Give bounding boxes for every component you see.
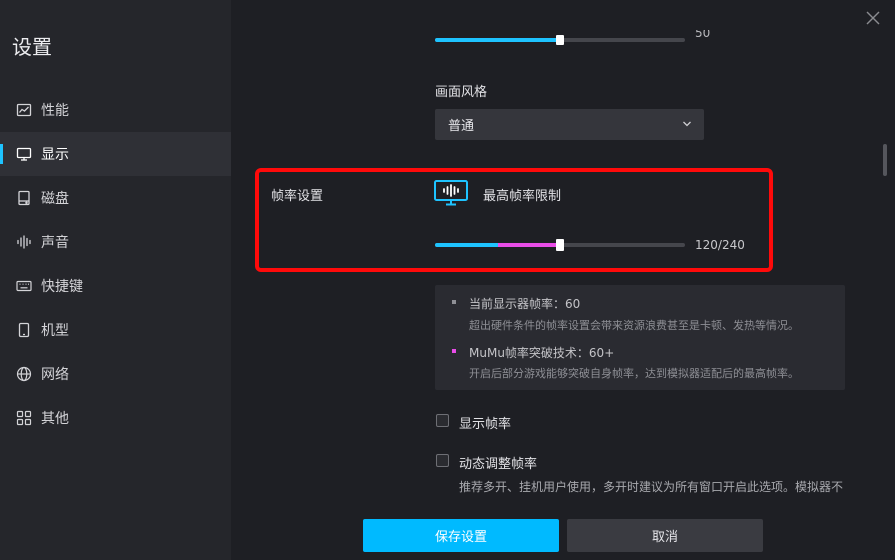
sidebar-title: 设置 <box>12 35 52 59</box>
sidebar-item-label: 网络 <box>41 367 69 383</box>
slider-native-segment <box>435 243 498 247</box>
sidebar-item-label: 磁盘 <box>41 191 69 207</box>
style-label: 画面风格 <box>435 85 488 100</box>
disk-icon <box>16 190 32 206</box>
max-framerate-slider[interactable] <box>435 239 685 251</box>
sidebar-item-label: 显示 <box>41 147 69 163</box>
framerate-info-panel: 当前显示器帧率：60 超出硬件条件的帧率设置会带来资源浪费甚至是卡顿、发热等情况… <box>435 285 845 390</box>
sidebar-item-label: 声音 <box>41 235 69 251</box>
monitor-icon <box>16 146 32 162</box>
framerate-value: 120/240 <box>695 238 745 252</box>
slider-thumb[interactable] <box>556 239 564 251</box>
info-current-display-desc: 超出硬件条件的帧率设置会带来资源浪费甚至是卡顿、发热等情况。 <box>469 319 799 332</box>
show-fps-label[interactable]: 显示帧率 <box>459 413 511 432</box>
chart-icon <box>16 102 32 118</box>
slider-fill <box>435 38 560 42</box>
gray-bullet <box>452 300 456 304</box>
save-button[interactable]: 保存设置 <box>363 519 559 552</box>
style-dropdown[interactable]: 普通 <box>435 109 704 140</box>
show-fps-checkbox[interactable] <box>436 414 449 427</box>
keyboard-icon <box>16 278 32 294</box>
sidebar-item-label: 性能 <box>41 103 69 119</box>
phone-icon <box>16 322 32 338</box>
scrollbar-thumb[interactable] <box>883 144 887 176</box>
pink-bullet <box>452 349 456 353</box>
chevron-down-icon <box>683 121 691 127</box>
globe-icon <box>16 366 32 382</box>
sound-icon <box>16 234 32 250</box>
sidebar-item-device-model[interactable]: 机型 <box>0 308 231 352</box>
previous-setting-slider[interactable] <box>435 35 685 45</box>
slider-boost-segment <box>497 243 560 247</box>
sidebar-item-label: 快捷键 <box>41 279 83 295</box>
info-mumu-boost: MuMu帧率突破技术：60+ <box>469 346 615 360</box>
sidebar-item-disk[interactable]: 磁盘 <box>0 176 231 220</box>
info-mumu-boost-desc: 开启后部分游戏能够突破自身帧率，达到模拟器适配后的最高帧率。 <box>469 367 799 380</box>
grid-icon <box>16 410 32 426</box>
max-framerate-title: 最高帧率限制 <box>483 189 562 204</box>
sidebar-item-performance[interactable]: 性能 <box>0 88 231 132</box>
close-button[interactable] <box>863 8 883 28</box>
sidebar-nav: 性能 显示 磁盘 声音 快捷键 机型 网络 其他 <box>0 88 231 440</box>
slider-value: 50 <box>695 30 711 40</box>
framerate-section-label: 帧率设置 <box>271 189 324 204</box>
dynamic-fps-description: 推荐多开、挂机用户使用，多开时建议为所有窗口开启此选项。模拟器不 <box>459 480 844 494</box>
close-icon <box>866 11 880 25</box>
sidebar-item-label: 其他 <box>41 411 69 427</box>
sidebar-item-sound[interactable]: 声音 <box>0 220 231 264</box>
dynamic-fps-label[interactable]: 动态调整帧率 <box>459 453 537 472</box>
highlight-annotation <box>255 168 773 272</box>
sidebar-item-display[interactable]: 显示 <box>0 132 231 176</box>
sidebar-item-label: 机型 <box>41 323 69 339</box>
slider-thumb[interactable] <box>556 35 564 45</box>
sidebar: 设置 性能 显示 磁盘 声音 快捷键 机型 网络 其他 <box>0 0 231 560</box>
dynamic-fps-checkbox[interactable] <box>436 454 449 467</box>
sidebar-item-network[interactable]: 网络 <box>0 352 231 396</box>
style-selected-value: 普通 <box>448 119 475 134</box>
sidebar-item-shortcuts[interactable]: 快捷键 <box>0 264 231 308</box>
sidebar-item-other[interactable]: 其他 <box>0 396 231 440</box>
cancel-button[interactable]: 取消 <box>567 519 763 552</box>
fps-monitor-icon <box>434 180 468 206</box>
info-current-display-fps: 当前显示器帧率：60 <box>469 297 581 311</box>
